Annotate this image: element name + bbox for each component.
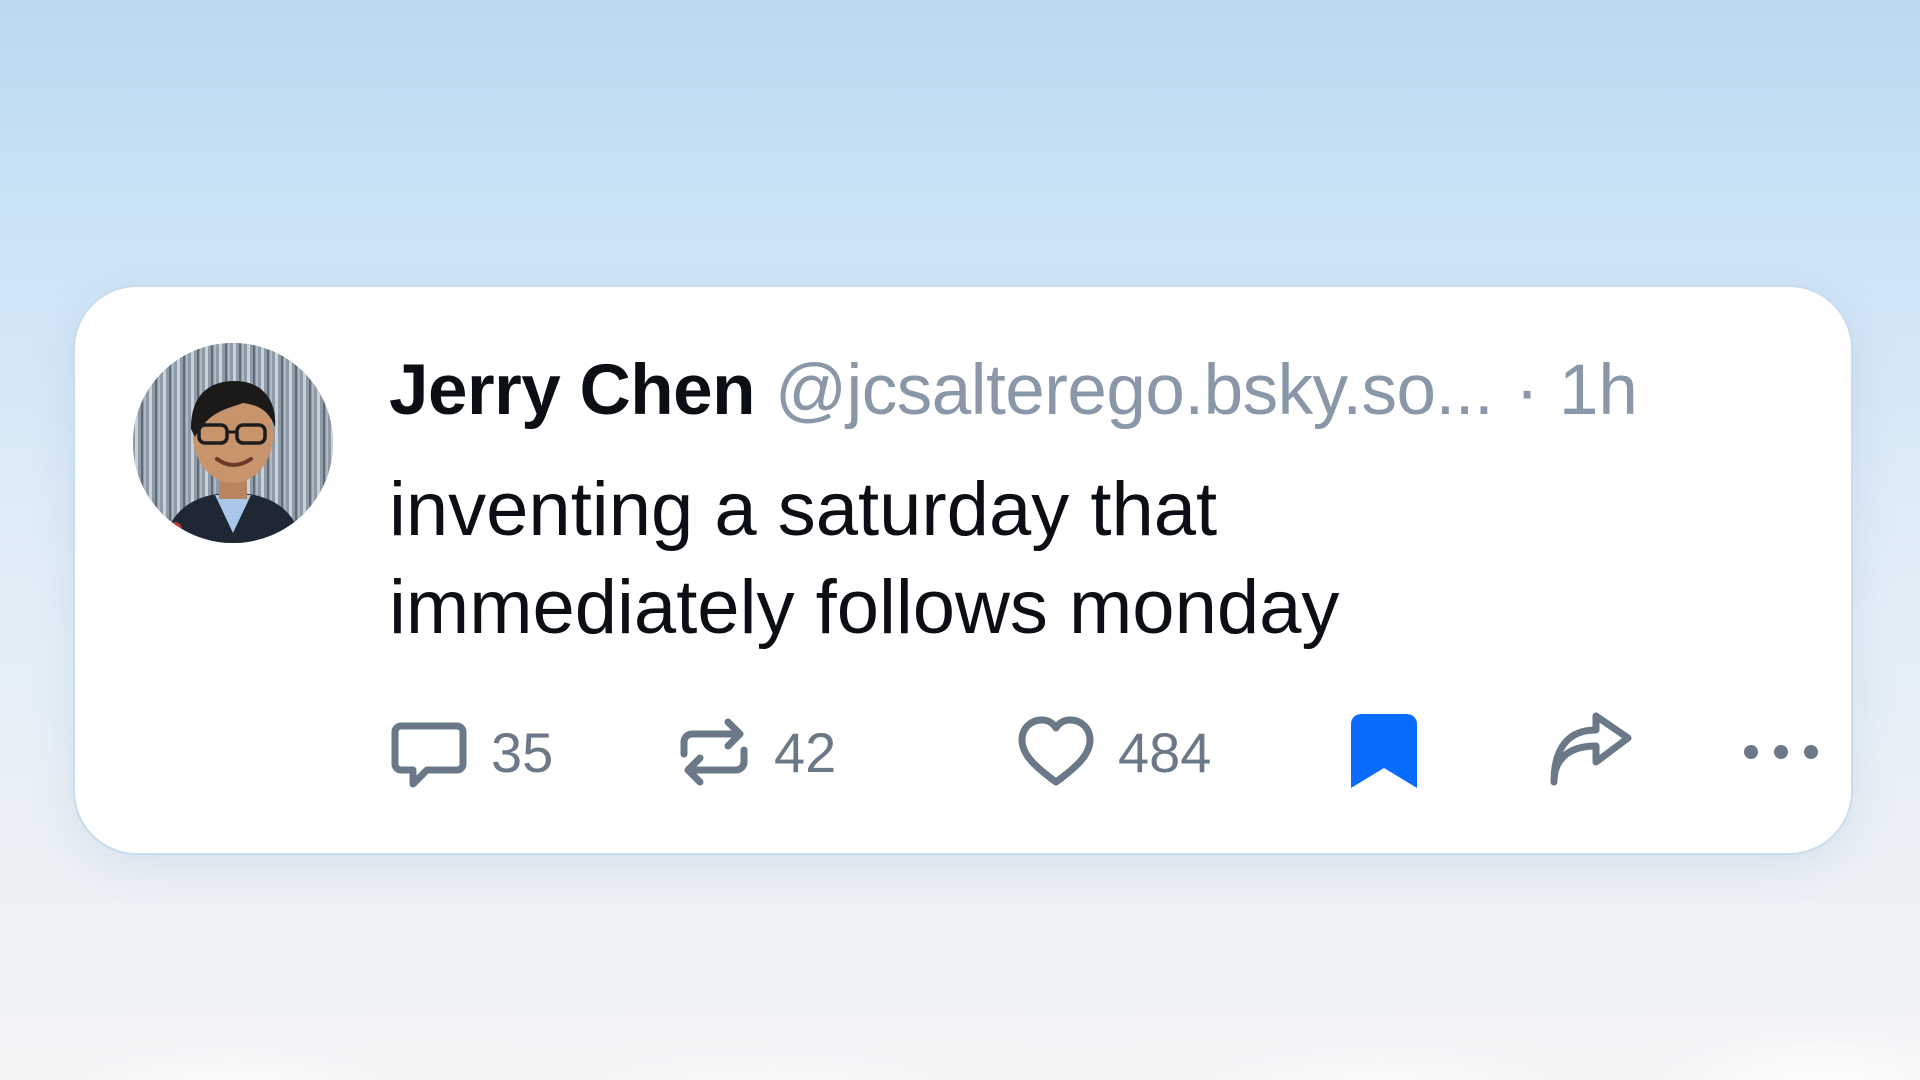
post-header: Jerry Chen @jcsalterego.bsky.so... · 1h: [389, 349, 1791, 433]
post-text: inventing a saturday that immediately fo…: [389, 467, 1340, 650]
avatar[interactable]: [133, 343, 333, 543]
background-clouds: [0, 910, 1920, 1080]
share-arrow-icon: [1546, 712, 1636, 792]
post-actions: 35 42 484: [389, 707, 1818, 797]
more-dots-icon: [1741, 712, 1821, 792]
speech-bubble-icon: [389, 712, 469, 792]
reply-count: 35: [491, 720, 554, 784]
reply-button[interactable]: 35: [389, 707, 553, 797]
like-count: 484: [1118, 720, 1212, 784]
author-display-name[interactable]: Jerry Chen: [389, 349, 755, 433]
repost-icon: [676, 712, 752, 792]
post-timestamp[interactable]: 1h: [1559, 349, 1638, 433]
bookmark-button[interactable]: [1349, 707, 1419, 797]
bookmark-icon: [1349, 712, 1419, 792]
repost-count: 42: [774, 720, 837, 784]
more-options-button[interactable]: [1741, 707, 1821, 797]
header-separator: ·: [1515, 351, 1539, 430]
like-button[interactable]: 484: [1016, 707, 1211, 797]
share-button[interactable]: [1546, 707, 1636, 797]
author-handle[interactable]: @jcsalterego.bsky.so...: [775, 349, 1494, 433]
post-body: Jerry Chen @jcsalterego.bsky.so... · 1h …: [389, 349, 1791, 657]
repost-button[interactable]: 42: [676, 707, 836, 797]
post-card[interactable]: Jerry Chen @jcsalterego.bsky.so... · 1h …: [73, 285, 1853, 855]
heart-icon: [1016, 712, 1096, 792]
